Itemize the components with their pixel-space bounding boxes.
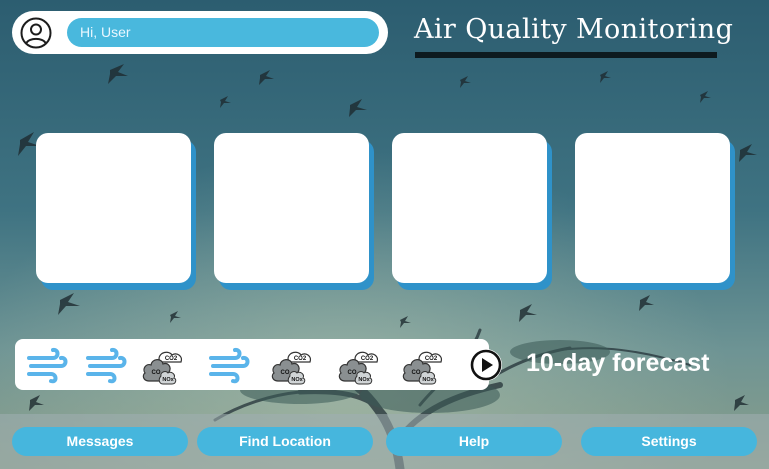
find-location-button[interactable]: Find Location xyxy=(197,427,373,456)
nox-label: NOx xyxy=(291,377,303,383)
wind-icon[interactable] xyxy=(207,343,253,387)
co-label: CO xyxy=(348,370,357,376)
wind-icon[interactable] xyxy=(25,343,71,387)
forecast-label: 10-day forecast xyxy=(526,349,710,377)
play-circle-icon[interactable] xyxy=(469,348,503,382)
pollution-cloud-icon[interactable]: CO2 CO NOx xyxy=(270,343,316,387)
pollution-cloud-icon[interactable]: CO2 CO NOx xyxy=(141,343,187,387)
wind-icon[interactable] xyxy=(84,343,130,387)
help-button[interactable]: Help xyxy=(386,427,562,456)
co2-label: CO2 xyxy=(425,356,438,362)
user-bar: Hi, User xyxy=(12,11,388,54)
co2-label: CO2 xyxy=(165,356,178,362)
messages-button[interactable]: Messages xyxy=(12,427,188,456)
nox-label: NOx xyxy=(358,377,370,383)
data-card-4[interactable] xyxy=(575,133,730,283)
nox-label: NOx xyxy=(422,377,434,383)
co2-label: CO2 xyxy=(361,356,374,362)
data-card-2[interactable] xyxy=(214,133,369,283)
co-label: CO xyxy=(152,370,161,376)
data-card-3[interactable] xyxy=(392,133,547,283)
co-label: CO xyxy=(281,370,290,376)
user-circle-icon[interactable] xyxy=(20,17,52,49)
pollution-cloud-icon[interactable]: CO2 CO NOx xyxy=(401,343,447,387)
greeting-field: Hi, User xyxy=(67,18,379,47)
settings-button[interactable]: Settings xyxy=(581,427,757,456)
data-card-1[interactable] xyxy=(36,133,191,283)
title-underline xyxy=(415,52,717,58)
co-label: CO xyxy=(412,370,421,376)
co2-label: CO2 xyxy=(294,356,307,362)
page-title: Air Quality Monitoring xyxy=(414,14,734,45)
pollution-cloud-icon[interactable]: CO2 CO NOx xyxy=(337,343,383,387)
nox-label: NOx xyxy=(162,377,174,383)
forecast-strip: CO2 CO NOx CO2 CO NOx CO2 CO NOx CO2 CO … xyxy=(15,339,489,390)
